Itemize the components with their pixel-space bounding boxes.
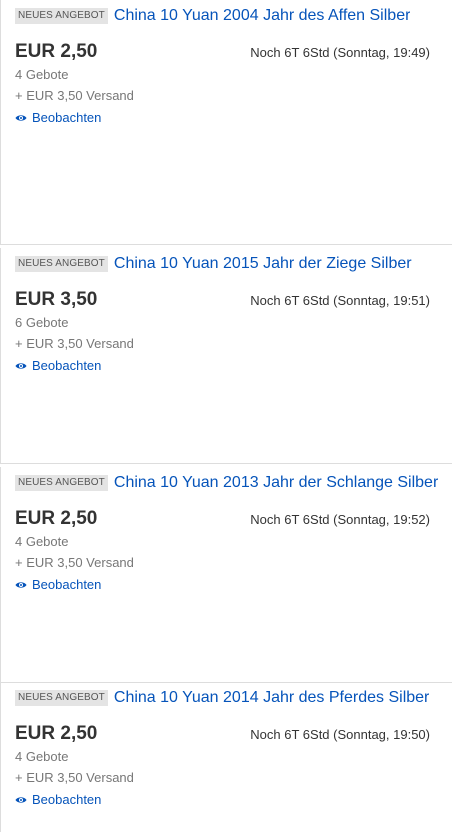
watch-button[interactable]: Beobachten — [15, 792, 101, 808]
listing-item[interactable]: NEUES ANGEBOT China 10 Yuan 2015 Jahr de… — [0, 248, 452, 464]
watch-button[interactable]: Beobachten — [15, 577, 101, 593]
watch-label: Beobachten — [32, 358, 102, 373]
listing-item[interactable]: NEUES ANGEBOT China 10 Yuan 2014 Jahr de… — [0, 682, 452, 832]
listing-bids: 6 Gebote — [15, 315, 69, 330]
listing-title-row: NEUES ANGEBOT China 10 Yuan 2015 Jahr de… — [15, 254, 448, 274]
listing-price: EUR 2,50 — [15, 508, 98, 529]
listing-shipping: + EUR 3,50 Versand — [15, 555, 134, 570]
listing-time-left: Noch 6T 6Std (Sonntag, 19:50) — [250, 727, 430, 742]
listing-item[interactable]: NEUES ANGEBOT China 10 Yuan 2013 Jahr de… — [0, 467, 452, 683]
listing-time-left: Noch 6T 6Std (Sonntag, 19:49) — [250, 45, 430, 60]
listing-title-link[interactable]: China 10 Yuan 2015 Jahr der Ziege Silber — [114, 254, 412, 274]
watch-button[interactable]: Beobachten — [15, 110, 101, 126]
listing-price: EUR 3,50 — [15, 289, 98, 310]
listing-bids: 4 Gebote — [15, 67, 69, 82]
watch-label: Beobachten — [32, 110, 102, 125]
listing-price: EUR 2,50 — [15, 723, 98, 744]
new-listing-badge: NEUES ANGEBOT — [15, 475, 108, 491]
listing-price: EUR 2,50 — [15, 41, 98, 62]
listing-time-left: Noch 6T 6Std (Sonntag, 19:51) — [250, 293, 430, 308]
listing-title-link[interactable]: China 10 Yuan 2013 Jahr der Schlange Sil… — [114, 473, 438, 493]
new-listing-badge: NEUES ANGEBOT — [15, 256, 108, 272]
listing-bids: 4 Gebote — [15, 749, 69, 764]
listing-title-link[interactable]: China 10 Yuan 2014 Jahr des Pferdes Silb… — [114, 688, 429, 708]
listing-shipping: + EUR 3,50 Versand — [15, 88, 134, 103]
watch-label: Beobachten — [32, 577, 102, 592]
eye-icon — [15, 115, 27, 121]
eye-icon — [15, 582, 27, 588]
watch-button[interactable]: Beobachten — [15, 358, 101, 374]
eye-icon — [15, 363, 27, 369]
listing-title-row: NEUES ANGEBOT China 10 Yuan 2013 Jahr de… — [15, 473, 448, 493]
listing-title-row: NEUES ANGEBOT China 10 Yuan 2014 Jahr de… — [15, 688, 448, 708]
listing-shipping: + EUR 3,50 Versand — [15, 336, 134, 351]
listing-bids: 4 Gebote — [15, 534, 69, 549]
eye-icon — [15, 797, 27, 803]
listing-time-left: Noch 6T 6Std (Sonntag, 19:52) — [250, 512, 430, 527]
listing-shipping: + EUR 3,50 Versand — [15, 770, 134, 785]
listing-title-link[interactable]: China 10 Yuan 2004 Jahr des Affen Silber — [114, 6, 411, 26]
watch-label: Beobachten — [32, 792, 102, 807]
new-listing-badge: NEUES ANGEBOT — [15, 8, 108, 24]
listing-item[interactable]: NEUES ANGEBOT China 10 Yuan 2004 Jahr de… — [0, 0, 452, 245]
new-listing-badge: NEUES ANGEBOT — [15, 690, 108, 706]
listing-title-row: NEUES ANGEBOT China 10 Yuan 2004 Jahr de… — [15, 6, 448, 26]
